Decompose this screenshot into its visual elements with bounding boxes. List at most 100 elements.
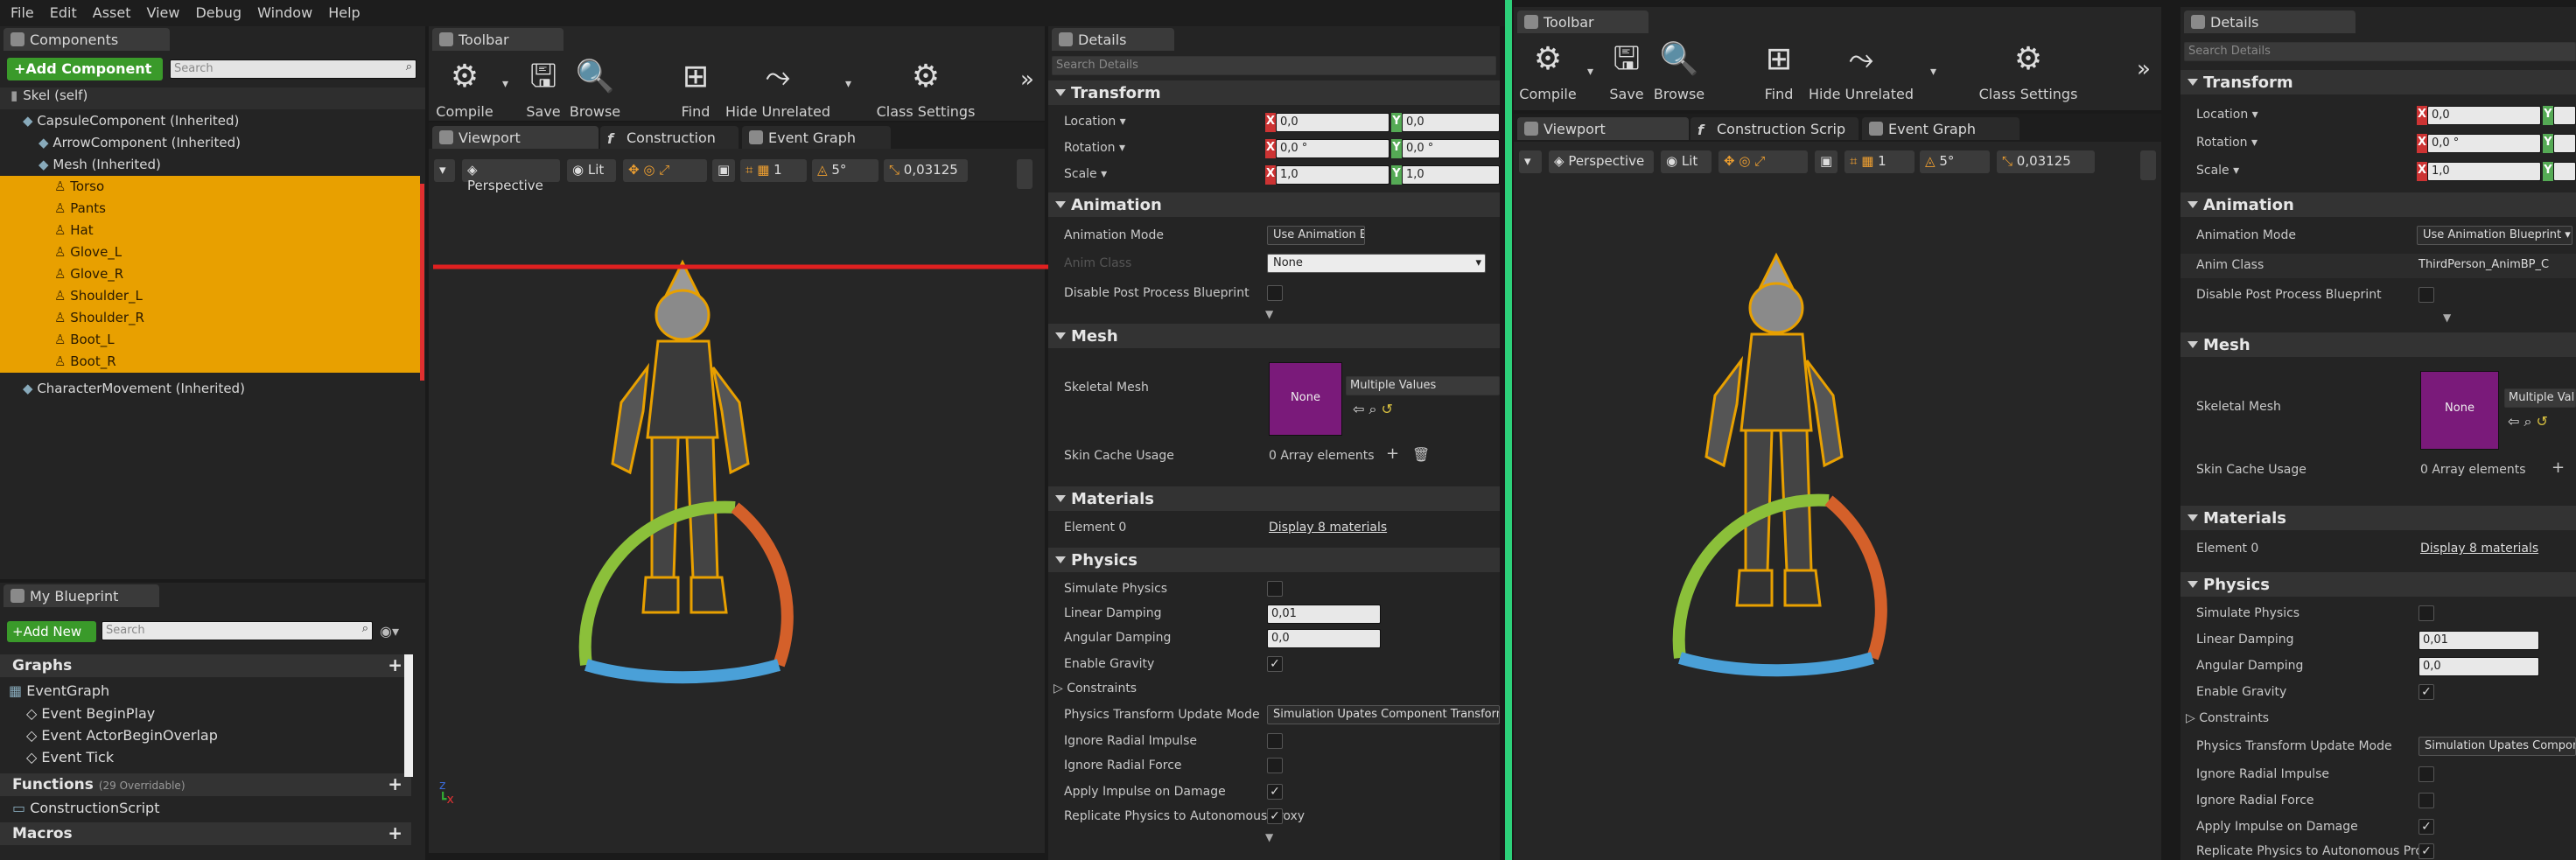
toolbar-overflow-icon[interactable]: » xyxy=(1020,66,1034,93)
perspective-button[interactable]: ◈ Perspective xyxy=(462,159,560,193)
materials-header[interactable]: Materials xyxy=(1048,486,1500,511)
animation-mode-dropdown[interactable]: Use Animation Blueprint ▾ xyxy=(1267,226,1365,245)
add-component-button[interactable]: +Add Component xyxy=(7,58,163,80)
component-tree-item[interactable]: ♙ Glove_R xyxy=(0,263,420,285)
component-tree-item[interactable]: ♙ Pants xyxy=(0,198,420,220)
angular-damping-input-right[interactable]: 0,0 xyxy=(2418,657,2539,676)
animation-header-right[interactable]: Animation xyxy=(2180,192,2576,217)
location-label[interactable]: Location ▾ xyxy=(1064,115,1126,129)
enable-gravity-checkbox-right[interactable]: ✓ xyxy=(2418,684,2434,700)
add-new-button[interactable]: +Add New xyxy=(7,621,96,642)
gizmo-ring-blue[interactable] xyxy=(1677,652,1875,677)
materials-header-right[interactable]: Materials xyxy=(2180,506,2576,530)
hide-unrelated-button[interactable]: ⤳ Hide Unrelated xyxy=(723,52,833,121)
menu-asset[interactable]: Asset xyxy=(82,0,131,21)
physics-expand-icon[interactable]: ▼ xyxy=(1265,831,1273,843)
location-y-input[interactable]: 0,0 xyxy=(1402,113,1500,132)
use-selected-icon[interactable]: ⇦ xyxy=(2508,413,2524,430)
mesh-header-right[interactable]: Mesh xyxy=(2180,332,2576,357)
component-tree-item[interactable]: ◆ CharacterMovement (Inherited) xyxy=(0,378,425,400)
save-button-right[interactable]: 🖫 Save xyxy=(1605,35,1648,110)
gizmo-ring-red[interactable] xyxy=(731,502,794,668)
class-settings-button[interactable]: ⚙ Class Settings xyxy=(873,52,978,121)
character-preview[interactable] xyxy=(560,245,840,735)
compile-button[interactable]: ⚙ Compile xyxy=(434,52,495,121)
reset-icon[interactable]: ↺ xyxy=(2537,413,2548,430)
menu-help[interactable]: Help xyxy=(318,0,360,21)
tab-my-blueprint[interactable]: My Blueprint xyxy=(4,584,159,607)
add-element-icon[interactable]: + xyxy=(2552,458,2565,477)
rotation-snap-toggle[interactable]: ◬ 5° xyxy=(812,159,878,182)
tab-details[interactable]: Details xyxy=(1052,28,1174,51)
ignore-radial-force-checkbox[interactable] xyxy=(1267,758,1283,773)
character-preview-right[interactable] xyxy=(1654,238,1934,728)
rotation-snap-toggle-right[interactable]: ◬ 5° xyxy=(1920,150,1990,173)
physics-header[interactable]: Physics xyxy=(1048,548,1500,572)
angular-damping-input[interactable]: 0,0 xyxy=(1267,629,1381,648)
ignore-radial-force-checkbox-right[interactable] xyxy=(2418,793,2434,808)
component-tree-item[interactable]: ◆ Mesh (Inherited) xyxy=(0,154,425,176)
multiple-values-field-right[interactable]: Multiple Values xyxy=(2504,388,2576,408)
skeletal-mesh-thumbnail[interactable]: None xyxy=(1269,362,1342,436)
tab-viewport[interactable]: Viewport xyxy=(432,126,598,149)
browse-button-right[interactable]: 🔍 Browse xyxy=(1652,35,1706,110)
scale-label[interactable]: Scale ▾ xyxy=(1064,167,1107,181)
linear-damping-input[interactable]: 0,01 xyxy=(1267,605,1381,624)
rotation-x-input-right[interactable]: 0,0 ° xyxy=(2427,134,2541,153)
scale-label-right[interactable]: Scale ▾ xyxy=(2196,164,2239,178)
simulate-physics-checkbox[interactable] xyxy=(1267,581,1283,597)
compile-button-right[interactable]: ⚙ Compile xyxy=(1517,35,1578,110)
component-tree-item[interactable]: ♙ Torso xyxy=(0,176,420,198)
transform-header[interactable]: Transform xyxy=(1048,80,1500,105)
apply-impulse-checkbox[interactable]: ✓ xyxy=(1267,784,1283,800)
menu-edit[interactable]: Edit xyxy=(39,0,77,21)
constraints-row[interactable]: ▷ Constraints xyxy=(1048,677,1500,702)
animation-mode-dropdown-right[interactable]: Use Animation Blueprint ▾ xyxy=(2417,226,2572,245)
details-search-input[interactable]: Search Details xyxy=(1052,56,1496,75)
browse-icon[interactable]: ⌕ xyxy=(2524,413,2537,430)
event-beginplay[interactable]: ◇ Event BeginPlay xyxy=(26,705,155,722)
location-x-input[interactable]: 0,0 xyxy=(1276,113,1390,132)
menu-file[interactable]: File xyxy=(0,0,34,21)
tab-event-graph[interactable]: Event Graph xyxy=(742,126,891,149)
surface-snap-icon[interactable]: ▣ xyxy=(712,159,735,182)
component-tree-item[interactable]: ◆ ArrowComponent (Inherited) xyxy=(0,132,425,154)
component-tree-item[interactable]: ◆ CapsuleComponent (Inherited) xyxy=(0,110,425,132)
transform-tools[interactable]: ✥ ◎ ⤢ xyxy=(623,159,707,182)
viewport-options-button-right[interactable]: ▾ xyxy=(1519,150,1542,173)
anim-class-value-right[interactable]: ThirdPerson_AnimBP_C xyxy=(2418,258,2549,271)
save-button[interactable]: 🖫 Save xyxy=(522,52,565,121)
scale-y-input[interactable]: 1,0 xyxy=(1402,165,1500,185)
anim-class-dropdown[interactable]: None ▾ xyxy=(1267,254,1486,273)
scale-x-input[interactable]: 1,0 xyxy=(1276,165,1390,185)
surface-snap-icon[interactable]: ▣ xyxy=(1815,150,1838,173)
component-tree-item[interactable]: ♙ Shoulder_L xyxy=(0,285,420,307)
add-element-icon[interactable]: + xyxy=(1386,444,1399,463)
multiple-values-field[interactable]: Multiple Values xyxy=(1346,376,1500,395)
class-settings-button-right[interactable]: ⚙ Class Settings xyxy=(1976,35,2081,110)
mesh-action-icons[interactable]: ⇦ ⌕ ↺ xyxy=(1353,401,1393,418)
transform-header-right[interactable]: Transform xyxy=(2180,70,2576,94)
toolbar-overflow-icon[interactable]: » xyxy=(2137,56,2151,82)
linear-damping-input-right[interactable]: 0,01 xyxy=(2418,631,2539,650)
reset-icon[interactable]: ↺ xyxy=(1382,401,1393,417)
animation-header[interactable]: Animation xyxy=(1048,192,1500,217)
add-function-icon[interactable]: + xyxy=(388,773,402,794)
compile-options-dropdown[interactable]: ▾ xyxy=(502,77,508,91)
viewport-panel-right[interactable]: ▾ ◈ Perspective ◉ Lit ✥ ◎ ⤢ ▣ ⌗ ▦ 1 ◬ 5°… xyxy=(1514,142,2161,860)
eye-icon[interactable]: ◉▾ xyxy=(380,623,399,640)
tab-viewport-right[interactable]: Viewport xyxy=(1517,117,1689,140)
constraints-row-right[interactable]: ▷ Constraints xyxy=(2180,707,2576,731)
ignore-radial-impulse-checkbox[interactable] xyxy=(1267,733,1283,749)
transform-tools-right[interactable]: ✥ ◎ ⤢ xyxy=(1718,150,1808,173)
gizmo-ring-blue[interactable] xyxy=(584,659,781,684)
disable-pp-checkbox[interactable] xyxy=(1267,285,1283,301)
component-tree-item[interactable]: ♙ Boot_L xyxy=(0,329,420,351)
lit-button[interactable]: ◉ Lit xyxy=(567,159,616,182)
mesh-header[interactable]: Mesh xyxy=(1048,324,1500,348)
skeletal-mesh-thumbnail-right[interactable]: None xyxy=(2420,371,2499,450)
enable-gravity-checkbox[interactable]: ✓ xyxy=(1267,656,1283,672)
rotation-y-input-right[interactable] xyxy=(2553,134,2576,153)
animation-expand-icon[interactable]: ▼ xyxy=(1265,308,1273,320)
trash-icon[interactable]: 🗑 xyxy=(1412,446,1430,463)
